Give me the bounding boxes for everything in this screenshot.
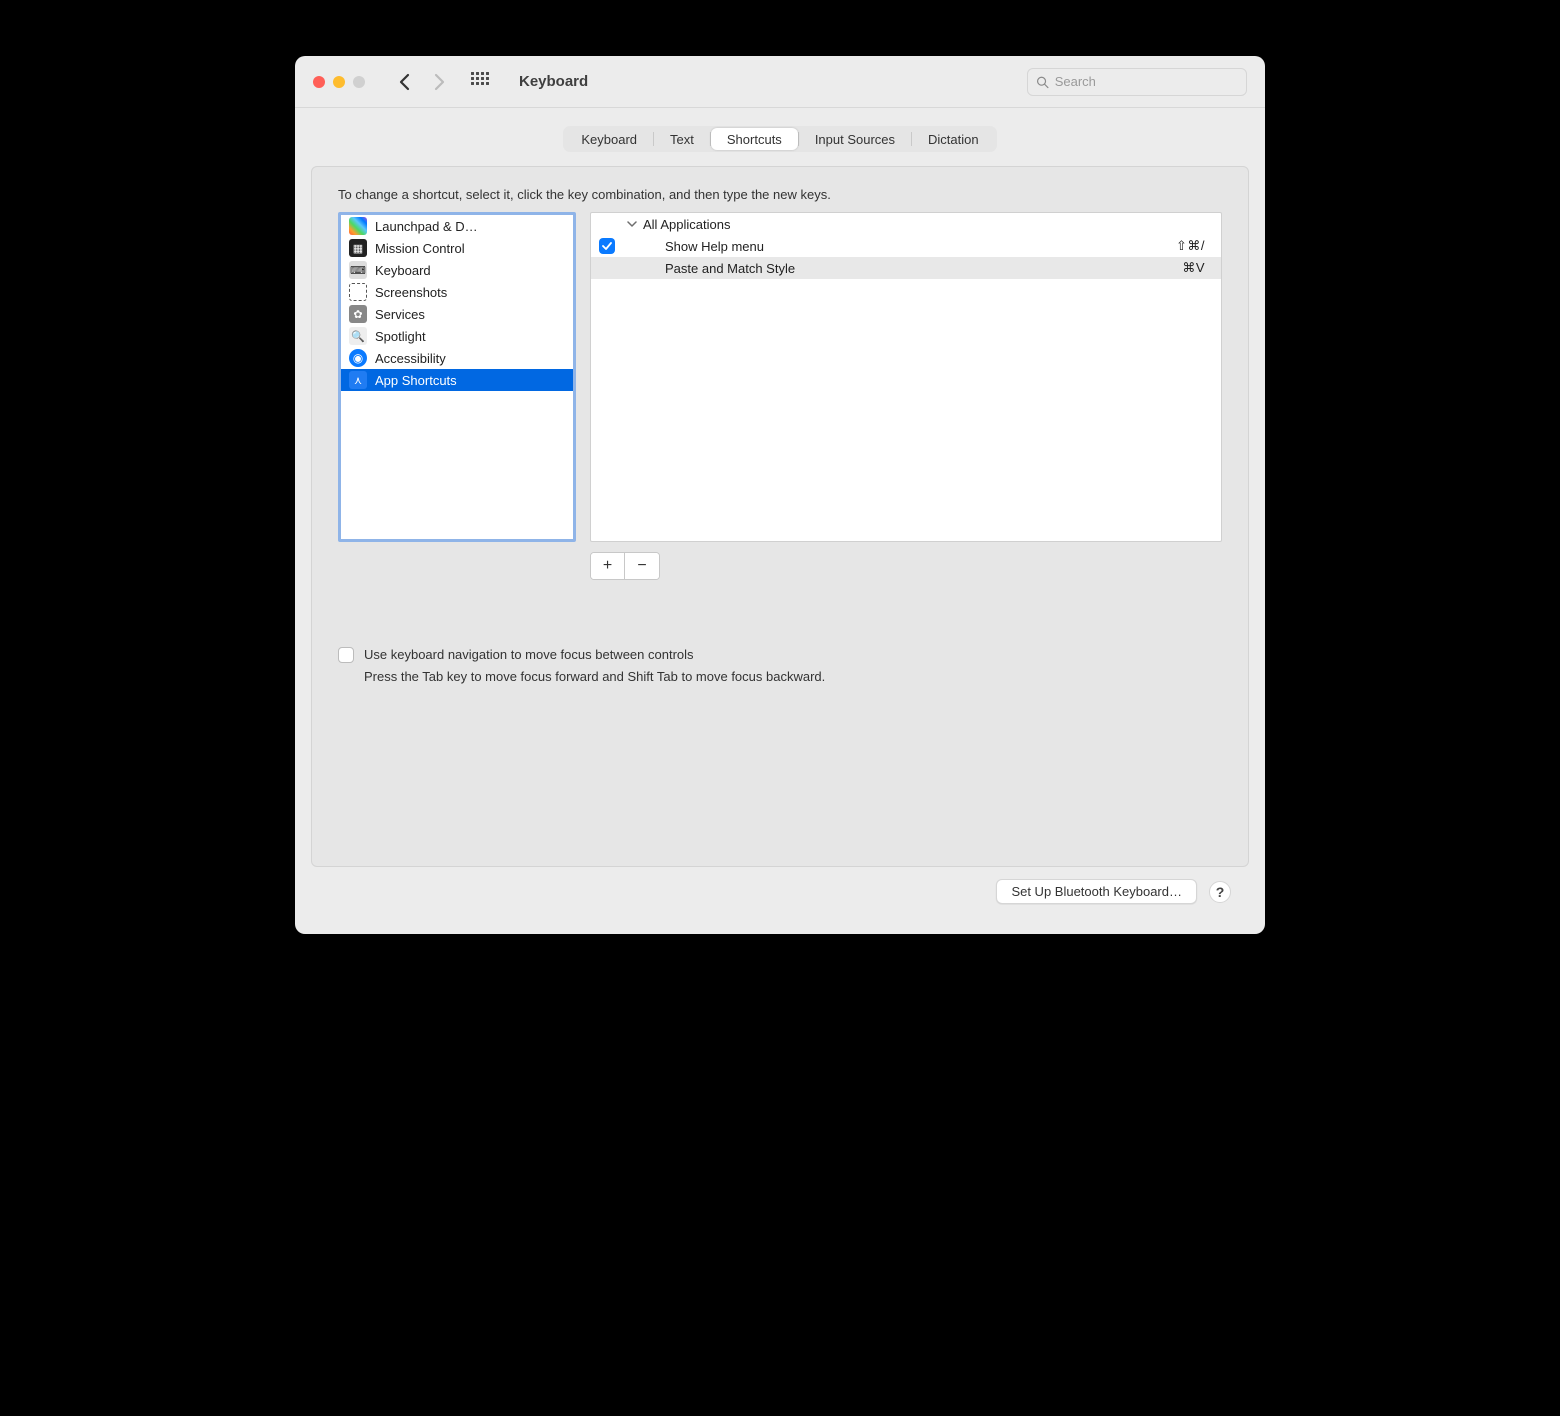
- instruction-text: To change a shortcut, select it, click t…: [338, 187, 1222, 202]
- keyboard-navigation-option: Use keyboard navigation to move focus be…: [338, 646, 1222, 686]
- category-label: Launchpad & D…: [375, 219, 478, 234]
- kb-nav-label: Use keyboard navigation to move focus be…: [364, 646, 825, 664]
- chevron-down-icon[interactable]: [627, 219, 637, 229]
- category-accessibility[interactable]: ◉ Accessibility: [341, 347, 573, 369]
- add-button[interactable]: +: [591, 553, 625, 579]
- search-field-wrap[interactable]: [1027, 68, 1247, 96]
- shortcut-group-label: All Applications: [643, 217, 1211, 232]
- category-label: Spotlight: [375, 329, 426, 344]
- shortcut-label: Show Help menu: [665, 239, 1176, 254]
- shortcut-checkbox[interactable]: [599, 238, 615, 254]
- shortcut-checkbox-empty: [599, 260, 615, 276]
- check-icon: [602, 241, 612, 251]
- shortcut-group-row[interactable]: All Applications: [591, 213, 1221, 235]
- tab-keyboard[interactable]: Keyboard: [565, 128, 653, 150]
- bluetooth-keyboard-button[interactable]: Set Up Bluetooth Keyboard…: [996, 879, 1197, 904]
- kb-nav-checkbox[interactable]: [338, 647, 354, 663]
- category-services[interactable]: ✿ Services: [341, 303, 573, 325]
- shortcut-label: Paste and Match Style: [665, 261, 1182, 276]
- tab-text[interactable]: Text: [654, 128, 710, 150]
- help-button[interactable]: ?: [1209, 881, 1231, 903]
- category-label: Keyboard: [375, 263, 431, 278]
- category-keyboard[interactable]: ⌨ Keyboard: [341, 259, 573, 281]
- launchpad-icon: [349, 217, 367, 235]
- screenshots-icon: [349, 283, 367, 301]
- content: Keyboard Text Shortcuts Input Sources Di…: [295, 108, 1265, 934]
- footer: Set Up Bluetooth Keyboard… ?: [311, 867, 1249, 918]
- category-list[interactable]: Launchpad & D… ▦ Mission Control ⌨ Keybo…: [338, 212, 576, 542]
- category-screenshots[interactable]: Screenshots: [341, 281, 573, 303]
- shortcut-row[interactable]: Show Help menu ⇧⌘/: [591, 235, 1221, 257]
- category-launchpad[interactable]: Launchpad & D…: [341, 215, 573, 237]
- app-shortcuts-icon: ⋏: [349, 371, 367, 389]
- add-remove-buttons: + −: [590, 552, 660, 580]
- shortcut-keys[interactable]: ⇧⌘/: [1176, 238, 1211, 254]
- shortcuts-panel: To change a shortcut, select it, click t…: [311, 166, 1249, 867]
- keyboard-icon: ⌨: [349, 261, 367, 279]
- preferences-window: Keyboard Keyboard Text Shortcuts Input S…: [295, 56, 1265, 934]
- search-input[interactable]: [1055, 74, 1238, 89]
- shortcut-list[interactable]: All Applications Show Help menu ⇧⌘/ Past…: [590, 212, 1222, 542]
- back-button[interactable]: [399, 73, 411, 91]
- tab-dictation[interactable]: Dictation: [912, 128, 995, 150]
- panes: Launchpad & D… ▦ Mission Control ⌨ Keybo…: [338, 212, 1222, 542]
- zoom-button[interactable]: [353, 76, 365, 88]
- tab-shortcuts[interactable]: Shortcuts: [711, 128, 798, 150]
- show-all-icon[interactable]: [471, 72, 491, 92]
- category-mission-control[interactable]: ▦ Mission Control: [341, 237, 573, 259]
- category-spotlight[interactable]: 🔍 Spotlight: [341, 325, 573, 347]
- kb-nav-sub: Press the Tab key to move focus forward …: [364, 668, 825, 686]
- minimize-button[interactable]: [333, 76, 345, 88]
- category-label: Mission Control: [375, 241, 465, 256]
- tab-input-sources[interactable]: Input Sources: [799, 128, 911, 150]
- category-app-shortcuts[interactable]: ⋏ App Shortcuts: [341, 369, 573, 391]
- forward-button: [433, 73, 445, 91]
- category-label: Services: [375, 307, 425, 322]
- tabbar: Keyboard Text Shortcuts Input Sources Di…: [563, 126, 996, 152]
- category-label: Screenshots: [375, 285, 447, 300]
- mission-control-icon: ▦: [349, 239, 367, 257]
- shortcut-row[interactable]: Paste and Match Style ⌘V: [591, 257, 1221, 279]
- nav-arrows: [399, 73, 445, 91]
- services-icon: ✿: [349, 305, 367, 323]
- window-title: Keyboard: [519, 73, 588, 90]
- shortcut-keys[interactable]: ⌘V: [1182, 260, 1211, 276]
- search-icon: [1036, 75, 1049, 89]
- traffic-lights: [313, 76, 365, 88]
- category-label: App Shortcuts: [375, 373, 457, 388]
- remove-button[interactable]: −: [625, 553, 659, 579]
- close-button[interactable]: [313, 76, 325, 88]
- titlebar: Keyboard: [295, 56, 1265, 108]
- category-label: Accessibility: [375, 351, 446, 366]
- accessibility-icon: ◉: [349, 349, 367, 367]
- spotlight-icon: 🔍: [349, 327, 367, 345]
